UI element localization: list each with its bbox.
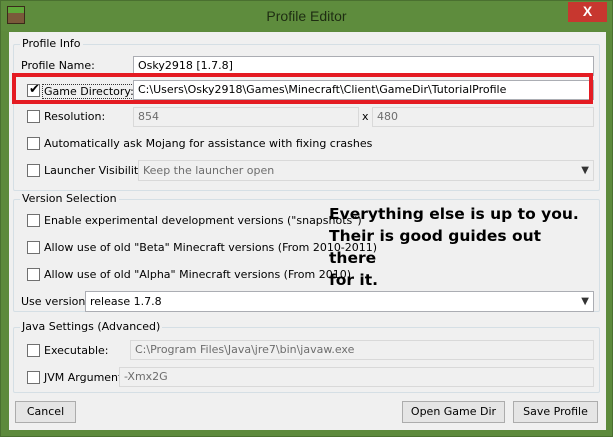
profile-editor-window: Profile Editor X Profile Info Profile Na… (0, 0, 613, 437)
game-directory-highlight (12, 73, 593, 104)
snapshots-checkbox[interactable] (27, 214, 40, 227)
beta-label[interactable]: Allow use of old "Beta" Minecraft versio… (44, 241, 377, 254)
profile-info-legend: Profile Info (20, 37, 83, 50)
launcher-visibility-select[interactable]: Keep the launcher open ▼ (138, 160, 594, 181)
save-profile-button[interactable]: Save Profile (513, 401, 598, 423)
auto-mojang-checkbox[interactable] (27, 137, 40, 150)
alpha-label[interactable]: Allow use of old "Alpha" Minecraft versi… (44, 268, 351, 281)
beta-checkbox[interactable] (27, 241, 40, 254)
launcher-visibility-label[interactable]: Launcher Visibility: (44, 164, 148, 177)
jvm-arguments-checkbox[interactable] (27, 371, 40, 384)
launcher-visibility-checkbox[interactable] (27, 164, 40, 177)
resolution-label[interactable]: Resolution: (44, 110, 105, 123)
resolution-x-separator: x (362, 110, 369, 123)
executable-label[interactable]: Executable: (44, 344, 108, 357)
annotation-note: Everything else is up to you. Their is g… (329, 203, 589, 291)
annotation-line-3: for it. (329, 271, 379, 289)
resolution-width-input[interactable]: 854 (133, 107, 359, 127)
use-version-select[interactable]: release 1.7.8 ▼ (85, 291, 594, 312)
resolution-height-input[interactable]: 480 (372, 107, 594, 127)
profile-name-label: Profile Name: (21, 59, 95, 72)
resolution-checkbox[interactable] (27, 110, 40, 123)
title-bar[interactable]: Profile Editor X (1, 1, 612, 31)
snapshots-label[interactable]: Enable experimental development versions… (44, 214, 362, 227)
auto-mojang-label[interactable]: Automatically ask Mojang for assistance … (44, 137, 372, 150)
chevron-down-icon: ▼ (581, 296, 589, 307)
launcher-visibility-value: Keep the launcher open (143, 164, 275, 177)
use-version-value: release 1.7.8 (90, 295, 162, 308)
jvm-arguments-input[interactable]: -Xmx2G (119, 367, 594, 387)
use-version-label: Use version: (21, 295, 90, 308)
annotation-line-2: Their is good guides out there (329, 227, 542, 267)
cancel-button[interactable]: Cancel (15, 401, 76, 423)
chevron-down-icon: ▼ (581, 165, 589, 176)
window-title: Profile Editor (266, 8, 347, 24)
open-game-dir-button[interactable]: Open Game Dir (402, 401, 505, 423)
annotation-line-1: Everything else is up to you. (329, 205, 579, 223)
java-settings-legend: Java Settings (Advanced) (20, 320, 163, 333)
alpha-checkbox[interactable] (27, 268, 40, 281)
executable-input[interactable]: C:\Program Files\Java\jre7\bin\javaw.exe (130, 340, 594, 360)
close-button[interactable]: X (568, 2, 607, 22)
executable-checkbox[interactable] (27, 344, 40, 357)
version-selection-legend: Version Selection (20, 192, 119, 205)
